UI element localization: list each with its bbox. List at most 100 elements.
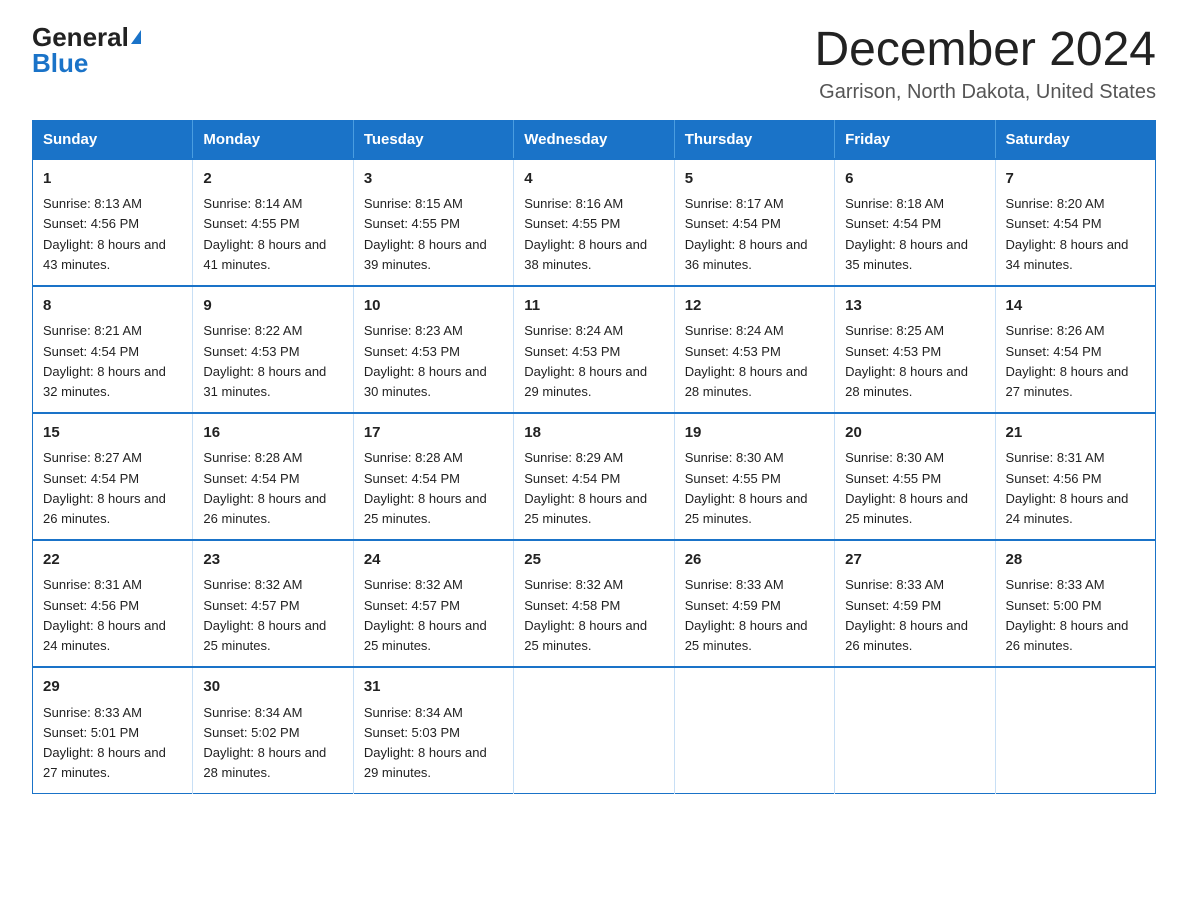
calendar-cell: 29Sunrise: 8:33 AMSunset: 5:01 PMDayligh… [33, 667, 193, 794]
calendar-week-row: 15 Sunrise: 8:27 AMSunset: 4:54 PMDayligh… [33, 413, 1156, 540]
day-number: 10 [364, 295, 503, 318]
day-info: Sunrise: 8:33 AMSunset: 5:01 PMDaylight:… [43, 705, 166, 780]
day-info: Sunrise: 8:33 AMSunset: 4:59 PMDaylight:… [845, 577, 968, 652]
day-info: Sunrise: 8:28 AMSunset: 4:54 PMDaylight:… [203, 450, 326, 525]
calendar-week-row: 8 Sunrise: 8:21 AMSunset: 4:54 PMDaylight… [33, 286, 1156, 413]
day-number: 31 [364, 676, 503, 699]
day-number: 23 [203, 549, 342, 572]
day-info: Sunrise: 8:21 AMSunset: 4:54 PMDaylight:… [43, 323, 166, 398]
calendar-cell: 4 Sunrise: 8:16 AMSunset: 4:55 PMDaylight… [514, 159, 674, 286]
calendar-cell: 19 Sunrise: 8:30 AMSunset: 4:55 PMDayligh… [674, 413, 834, 540]
day-number: 2 [203, 168, 342, 191]
day-number: 9 [203, 295, 342, 318]
calendar-cell: 10 Sunrise: 8:23 AMSunset: 4:53 PMDayligh… [353, 286, 513, 413]
day-info: Sunrise: 8:24 AMSunset: 4:53 PMDaylight:… [524, 323, 647, 398]
day-number: 6 [845, 168, 984, 191]
day-info: Sunrise: 8:23 AMSunset: 4:53 PMDaylight:… [364, 323, 487, 398]
day-info: Sunrise: 8:28 AMSunset: 4:54 PMDaylight:… [364, 450, 487, 525]
calendar-cell: 13Sunrise: 8:25 AMSunset: 4:53 PMDayligh… [835, 286, 995, 413]
calendar-cell [514, 667, 674, 794]
calendar-cell: 16Sunrise: 8:28 AMSunset: 4:54 PMDayligh… [193, 413, 353, 540]
day-number: 26 [685, 549, 824, 572]
day-info: Sunrise: 8:24 AMSunset: 4:53 PMDaylight:… [685, 323, 808, 398]
day-number: 3 [364, 168, 503, 191]
calendar-cell: 30Sunrise: 8:34 AMSunset: 5:02 PMDayligh… [193, 667, 353, 794]
day-info: Sunrise: 8:29 AMSunset: 4:54 PMDaylight:… [524, 450, 647, 525]
day-number: 12 [685, 295, 824, 318]
day-number: 1 [43, 168, 182, 191]
calendar-cell: 8 Sunrise: 8:21 AMSunset: 4:54 PMDaylight… [33, 286, 193, 413]
calendar-header: SundayMondayTuesdayWednesdayThursdayFrid… [33, 120, 1156, 159]
title-area: December 2024 Garrison, North Dakota, Un… [814, 24, 1156, 104]
day-info: Sunrise: 8:31 AMSunset: 4:56 PMDaylight:… [43, 577, 166, 652]
calendar-cell: 24 Sunrise: 8:32 AMSunset: 4:57 PMDayligh… [353, 540, 513, 667]
day-info: Sunrise: 8:26 AMSunset: 4:54 PMDaylight:… [1006, 323, 1129, 398]
weekday-header-friday: Friday [835, 120, 995, 159]
calendar-cell: 25 Sunrise: 8:32 AMSunset: 4:58 PMDayligh… [514, 540, 674, 667]
calendar-cell: 26 Sunrise: 8:33 AMSunset: 4:59 PMDayligh… [674, 540, 834, 667]
day-number: 18 [524, 422, 663, 445]
day-number: 19 [685, 422, 824, 445]
weekday-header-monday: Monday [193, 120, 353, 159]
day-info: Sunrise: 8:18 AMSunset: 4:54 PMDaylight:… [845, 196, 968, 271]
day-number: 17 [364, 422, 503, 445]
calendar-cell [835, 667, 995, 794]
calendar-cell: 6 Sunrise: 8:18 AMSunset: 4:54 PMDaylight… [835, 159, 995, 286]
day-number: 24 [364, 549, 503, 572]
day-info: Sunrise: 8:16 AMSunset: 4:55 PMDaylight:… [524, 196, 647, 271]
day-number: 14 [1006, 295, 1145, 318]
calendar-cell: 11 Sunrise: 8:24 AMSunset: 4:53 PMDayligh… [514, 286, 674, 413]
day-info: Sunrise: 8:32 AMSunset: 4:57 PMDaylight:… [364, 577, 487, 652]
weekday-header-tuesday: Tuesday [353, 120, 513, 159]
calendar-cell: 23 Sunrise: 8:32 AMSunset: 4:57 PMDayligh… [193, 540, 353, 667]
day-info: Sunrise: 8:30 AMSunset: 4:55 PMDaylight:… [685, 450, 808, 525]
calendar-cell [674, 667, 834, 794]
page-title: December 2024 [814, 24, 1156, 77]
calendar-cell: 31Sunrise: 8:34 AMSunset: 5:03 PMDayligh… [353, 667, 513, 794]
calendar-week-row: 29Sunrise: 8:33 AMSunset: 5:01 PMDayligh… [33, 667, 1156, 794]
day-info: Sunrise: 8:32 AMSunset: 4:57 PMDaylight:… [203, 577, 326, 652]
day-info: Sunrise: 8:31 AMSunset: 4:56 PMDaylight:… [1006, 450, 1129, 525]
calendar-week-row: 22Sunrise: 8:31 AMSunset: 4:56 PMDayligh… [33, 540, 1156, 667]
logo-triangle-icon [131, 30, 141, 44]
day-number: 8 [43, 295, 182, 318]
day-number: 7 [1006, 168, 1145, 191]
day-number: 4 [524, 168, 663, 191]
calendar-cell: 12 Sunrise: 8:24 AMSunset: 4:53 PMDayligh… [674, 286, 834, 413]
day-info: Sunrise: 8:13 AMSunset: 4:56 PMDaylight:… [43, 196, 166, 271]
calendar-cell: 1 Sunrise: 8:13 AMSunset: 4:56 PMDaylight… [33, 159, 193, 286]
calendar-table: SundayMondayTuesdayWednesdayThursdayFrid… [32, 120, 1156, 794]
calendar-cell: 9 Sunrise: 8:22 AMSunset: 4:53 PMDaylight… [193, 286, 353, 413]
calendar-cell: 20Sunrise: 8:30 AMSunset: 4:55 PMDayligh… [835, 413, 995, 540]
calendar-cell: 2 Sunrise: 8:14 AMSunset: 4:55 PMDaylight… [193, 159, 353, 286]
day-info: Sunrise: 8:32 AMSunset: 4:58 PMDaylight:… [524, 577, 647, 652]
logo: General Blue [32, 24, 141, 77]
weekday-header-sunday: Sunday [33, 120, 193, 159]
day-number: 11 [524, 295, 663, 318]
page-subtitle: Garrison, North Dakota, United States [814, 81, 1156, 104]
calendar-body: 1 Sunrise: 8:13 AMSunset: 4:56 PMDaylight… [33, 159, 1156, 794]
day-number: 25 [524, 549, 663, 572]
calendar-cell: 7 Sunrise: 8:20 AMSunset: 4:54 PMDaylight… [995, 159, 1155, 286]
day-info: Sunrise: 8:33 AMSunset: 4:59 PMDaylight:… [685, 577, 808, 652]
calendar-cell: 15 Sunrise: 8:27 AMSunset: 4:54 PMDayligh… [33, 413, 193, 540]
day-info: Sunrise: 8:20 AMSunset: 4:54 PMDaylight:… [1006, 196, 1129, 271]
day-number: 28 [1006, 549, 1145, 572]
calendar-cell: 5Sunrise: 8:17 AMSunset: 4:54 PMDaylight… [674, 159, 834, 286]
day-info: Sunrise: 8:34 AMSunset: 5:02 PMDaylight:… [203, 705, 326, 780]
day-info: Sunrise: 8:33 AMSunset: 5:00 PMDaylight:… [1006, 577, 1129, 652]
day-number: 20 [845, 422, 984, 445]
page-header: General Blue December 2024 Garrison, Nor… [32, 24, 1156, 104]
weekday-header-saturday: Saturday [995, 120, 1155, 159]
calendar-cell: 18 Sunrise: 8:29 AMSunset: 4:54 PMDayligh… [514, 413, 674, 540]
day-info: Sunrise: 8:14 AMSunset: 4:55 PMDaylight:… [203, 196, 326, 271]
weekday-header-thursday: Thursday [674, 120, 834, 159]
weekday-header-wednesday: Wednesday [514, 120, 674, 159]
day-info: Sunrise: 8:22 AMSunset: 4:53 PMDaylight:… [203, 323, 326, 398]
logo-blue: Blue [32, 48, 88, 78]
day-number: 15 [43, 422, 182, 445]
day-info: Sunrise: 8:15 AMSunset: 4:55 PMDaylight:… [364, 196, 487, 271]
day-info: Sunrise: 8:27 AMSunset: 4:54 PMDaylight:… [43, 450, 166, 525]
calendar-cell [995, 667, 1155, 794]
day-number: 5 [685, 168, 824, 191]
